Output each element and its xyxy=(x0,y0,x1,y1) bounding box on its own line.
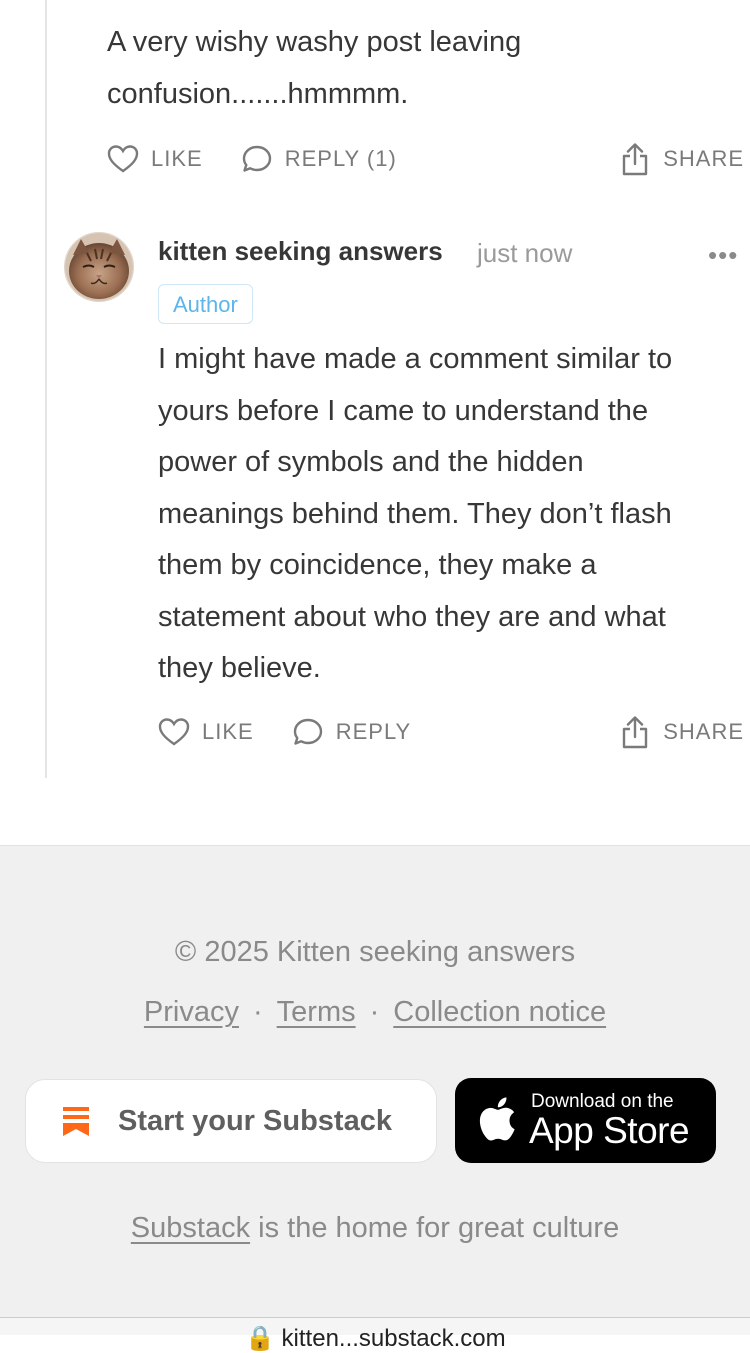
parent-comment-line: confusion.......hmmmm. xyxy=(107,77,409,110)
apple-icon xyxy=(479,1097,515,1141)
start-substack-button[interactable]: Start your Substack xyxy=(25,1079,437,1163)
cat-avatar-image xyxy=(65,233,133,301)
comment-timestamp[interactable]: just now xyxy=(477,238,572,269)
parent-like-button[interactable]: LIKE xyxy=(107,144,203,174)
parent-comment-line: A very wishy washy post leaving xyxy=(107,26,522,58)
reply-comment-line: meanings behind them. They don’t flash xyxy=(158,497,672,530)
reply-comment-line: power of symbols and the hidden xyxy=(158,446,584,478)
heart-icon xyxy=(158,718,190,746)
reply-comment-line: statement about who they are and what xyxy=(158,600,666,633)
start-substack-label: Start your Substack xyxy=(118,1104,392,1137)
browser-url-bar[interactable]: 🔒 kitten...substack.com xyxy=(0,1317,750,1352)
share-icon xyxy=(623,143,648,176)
privacy-link[interactable]: Privacy xyxy=(144,996,239,1028)
app-store-button[interactable]: Download on the App Store xyxy=(455,1078,716,1163)
collection-notice-link[interactable]: Collection notice xyxy=(393,996,606,1028)
reply-label: REPLY (1) xyxy=(284,146,397,171)
footer-links: Privacy · Terms · Collection notice xyxy=(0,996,750,1029)
reply-like-button[interactable]: LIKE xyxy=(158,717,254,747)
url-text: 🔒 kitten...substack.com xyxy=(245,1325,506,1352)
share-label: SHARE xyxy=(663,146,744,171)
app-store-big-text: App Store xyxy=(529,1110,690,1151)
like-label: LIKE xyxy=(151,146,203,171)
thread-line xyxy=(45,0,47,778)
terms-link[interactable]: Terms xyxy=(277,996,356,1028)
reply-comment-line: I might have made a comment similar to xyxy=(158,343,673,375)
page-footer: © 2025 Kitten seeking answers Privacy · Te… xyxy=(0,845,750,1335)
reply-comment-line: yours before I came to understand the xyxy=(158,394,649,427)
parent-comment-text: A very wishy washy post leaving confusio… xyxy=(107,17,521,120)
substack-logo-icon xyxy=(63,1107,89,1136)
comment-bubble-icon xyxy=(293,718,322,745)
share-icon xyxy=(623,716,648,749)
reply-reply-button[interactable]: REPLY xyxy=(292,717,412,747)
reply-comment-text: I might have made a comment similar to y… xyxy=(158,334,672,695)
copyright-text: © 2025 Kitten seeking answers xyxy=(174,936,576,968)
parent-reply-button[interactable]: REPLY (1) xyxy=(241,144,397,174)
reply-share-button[interactable]: SHARE xyxy=(621,715,744,749)
substack-link[interactable]: Substack xyxy=(131,1212,250,1244)
parent-share-button[interactable]: SHARE xyxy=(621,142,744,176)
substack-tagline: Substack is the home for great culture xyxy=(0,1212,750,1245)
share-label: SHARE xyxy=(663,719,744,744)
avatar[interactable] xyxy=(64,232,134,302)
reply-comment-actions: LIKE REPLY SHARE xyxy=(158,712,750,752)
parent-comment-actions: LIKE REPLY (1) SHARE xyxy=(107,139,750,179)
comment-bubble-icon xyxy=(242,145,271,172)
reply-label: REPLY xyxy=(335,719,412,744)
reply-comment-line: they believe. xyxy=(158,652,321,684)
author-badge: Author xyxy=(158,284,253,324)
more-options-icon[interactable]: ••• xyxy=(708,240,738,271)
link-separator: · xyxy=(369,996,380,1028)
like-label: LIKE xyxy=(202,719,254,744)
heart-icon xyxy=(107,145,139,173)
link-separator: · xyxy=(252,996,263,1028)
comment-author-name[interactable]: kitten seeking answers xyxy=(158,236,443,267)
tagline-text: is the home for great culture xyxy=(250,1212,620,1244)
reply-comment-line: them by coincidence, they make a xyxy=(158,549,597,581)
